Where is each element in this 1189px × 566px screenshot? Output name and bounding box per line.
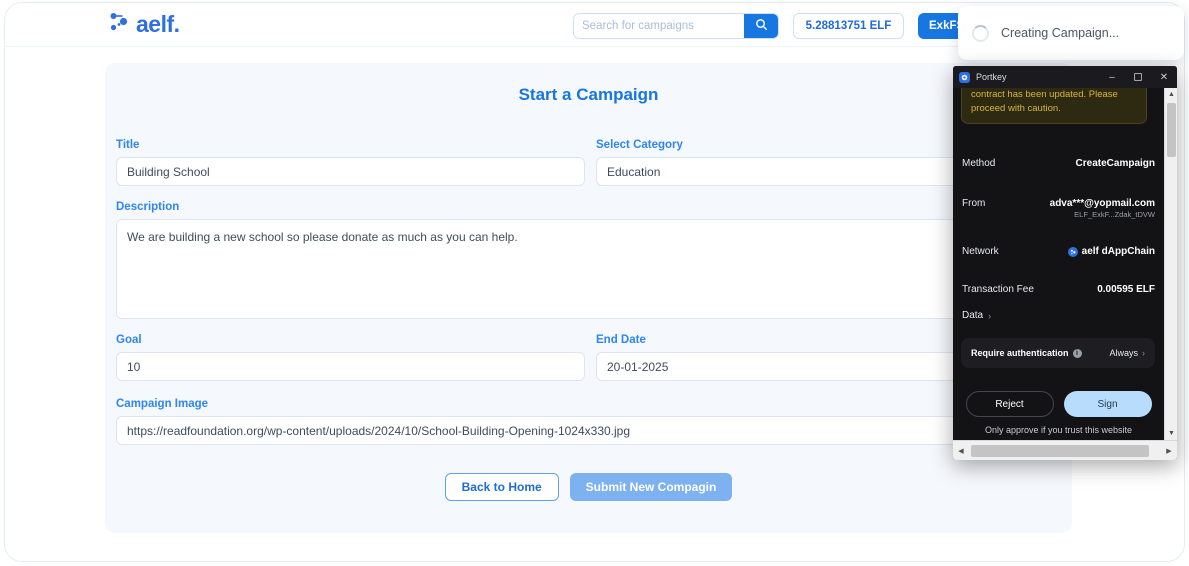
wallet-row-network: Network aelf dAppChain: [953, 246, 1164, 257]
chevron-right-icon: ›: [988, 310, 992, 321]
wallet-action-buttons: Reject Sign: [953, 391, 1164, 417]
wallet-horizontal-scrollbar[interactable]: ◀ ▶: [953, 440, 1177, 460]
vertical-scroll-thumb[interactable]: [1167, 103, 1176, 157]
campaign-image-input[interactable]: [116, 416, 1065, 445]
chevron-right-icon: ›: [1142, 348, 1145, 358]
auth-right-group: Always ›: [1109, 348, 1145, 358]
end-date-label: End Date: [596, 334, 646, 346]
from-key: From: [962, 198, 986, 209]
data-expander[interactable]: Data ›: [962, 310, 991, 321]
horizontal-scroll-thumb[interactable]: [971, 445, 1149, 457]
contract-warning-banner: contract has been updated. Please procee…: [961, 88, 1147, 124]
campaign-image-label: Campaign Image: [116, 398, 209, 410]
back-to-home-button[interactable]: Back to Home: [444, 473, 559, 501]
method-key: Method: [962, 158, 996, 169]
portkey-icon: [959, 71, 970, 83]
wallet-vertical-scrollbar[interactable]: ▲ ▼: [1164, 88, 1177, 440]
portkey-wallet-window: Portkey – ✕ contract has been updated. P…: [953, 66, 1177, 460]
goal-input[interactable]: [116, 352, 585, 381]
search-button[interactable]: [744, 14, 778, 38]
network-key: Network: [962, 246, 999, 257]
maximize-icon[interactable]: [1125, 66, 1151, 88]
wallet-window-title: Portkey: [976, 72, 1007, 82]
wallet-titlebar[interactable]: Portkey – ✕: [953, 66, 1177, 88]
scroll-left-icon[interactable]: ◀: [953, 441, 969, 460]
data-label: Data: [962, 310, 984, 321]
search-icon: [755, 18, 768, 34]
aelf-network-icon: [1067, 246, 1078, 257]
description-textarea[interactable]: [116, 219, 1065, 319]
creating-campaign-toast: Creating Campaign...: [958, 6, 1184, 60]
wallet-balance-button[interactable]: 5.28813751 ELF: [793, 13, 904, 39]
title-label: Title: [116, 139, 140, 151]
from-email: adva***@yopmail.com: [1049, 198, 1155, 209]
minimize-icon[interactable]: –: [1099, 66, 1125, 88]
description-label: Description: [116, 201, 180, 213]
title-input[interactable]: [116, 157, 585, 186]
search-box[interactable]: [573, 13, 779, 39]
category-label: Select Category: [596, 139, 683, 151]
submit-campaign-button[interactable]: Submit New Compagin: [569, 473, 733, 501]
method-value: CreateCampaign: [1075, 158, 1155, 169]
close-icon[interactable]: ✕: [1151, 66, 1177, 88]
wallet-row-fee: Transaction Fee 0.00595 ELF: [953, 284, 1164, 295]
auth-left-group: Require authentication i: [971, 348, 1082, 358]
wallet-row-method: Method CreateCampaign: [953, 158, 1164, 169]
brand-text: aelf.: [136, 11, 180, 37]
info-icon[interactable]: i: [1072, 348, 1082, 358]
page-title: Start a Campaign: [518, 85, 659, 104]
form-actions: Back to Home Submit New Compagin: [105, 473, 1072, 501]
scroll-up-icon[interactable]: ▲: [1165, 88, 1177, 101]
from-address: ELF_ExkF...Zdak_tDVW: [1074, 210, 1155, 219]
network-value-group: aelf dAppChain: [1067, 246, 1155, 257]
goal-label: Goal: [116, 334, 142, 346]
wallet-row-from: From adva***@yopmail.com ELF_ExkF...Zdak…: [953, 198, 1164, 219]
loading-spinner-icon: [972, 24, 989, 42]
scroll-right-icon[interactable]: ▶: [1161, 441, 1177, 460]
scroll-down-icon[interactable]: ▼: [1165, 427, 1177, 440]
transaction-fee-value: 0.00595 ELF: [1097, 284, 1155, 295]
from-value-group: adva***@yopmail.com ELF_ExkF...Zdak_tDVW: [1050, 198, 1155, 219]
require-authentication-row[interactable]: Require authentication i Always ›: [961, 338, 1155, 368]
network-name: aelf dAppChain: [1081, 246, 1155, 257]
require-auth-label: Require authentication: [971, 348, 1069, 358]
toast-message: Creating Campaign...: [1001, 26, 1120, 40]
wallet-trust-note: Only approve if you trust this website: [984, 425, 1133, 435]
aelf-logo-icon: [109, 12, 131, 37]
wallet-body: contract has been updated. Please procee…: [953, 88, 1164, 440]
require-auth-value: Always: [1109, 348, 1138, 358]
reject-button[interactable]: Reject: [965, 391, 1054, 417]
search-input[interactable]: [574, 20, 744, 32]
brand-logo[interactable]: aelf.: [109, 12, 180, 37]
screen: aelf. 5.28813751 ELF ExkFS.: [0, 0, 1189, 566]
transaction-fee-key: Transaction Fee: [962, 284, 1034, 295]
sign-button[interactable]: Sign: [1063, 391, 1152, 417]
campaign-form-card: Start a Campaign Title Select Category D…: [105, 63, 1072, 533]
